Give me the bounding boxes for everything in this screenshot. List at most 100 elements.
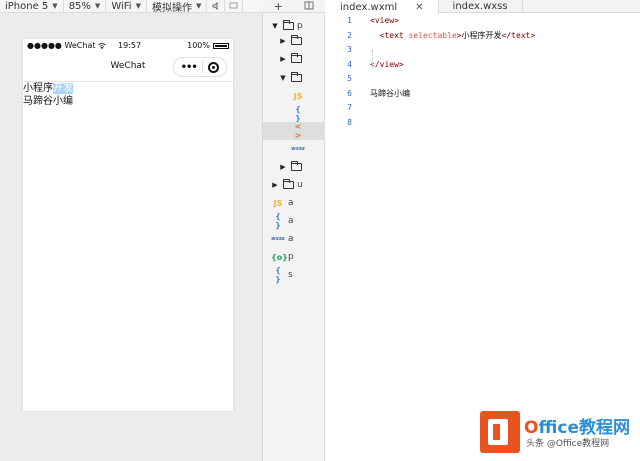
cfg-file-icon: {o}: [271, 252, 288, 262]
zoom-select[interactable]: 85% ▼: [64, 0, 107, 13]
capsule-menu: •••: [173, 57, 227, 77]
tree-folder-item[interactable]: ▼: [263, 69, 325, 87]
tree-file-item[interactable]: { } a: [263, 212, 325, 230]
line-number: 1: [347, 16, 352, 25]
file-tree-pane: + ▼ p ▶ ▶ ▼ JS{ } < > wxss ▶ ▶ u JS a{ } a wxss a {o} p{ …: [263, 0, 325, 461]
tree-file-item[interactable]: wxss a: [263, 230, 325, 248]
device-select-label: iPhone 5: [5, 0, 49, 12]
simulator-pane: iPhone 5 ▼ 85% ▼ WiFi ▼ 模拟操作 ▼ ●●●●● WeC…: [0, 0, 263, 461]
tab-index-wxss[interactable]: index.wxss: [439, 0, 523, 13]
speaker-icon[interactable]: [207, 0, 226, 13]
code-text: 小程序开发: [461, 30, 502, 40]
selectable-text-plain[interactable]: 小程序: [23, 83, 53, 94]
add-icon[interactable]: +: [274, 0, 283, 13]
text-line-2: 马蹄谷小编: [23, 96, 73, 107]
target-circle-icon[interactable]: [208, 61, 220, 73]
chevron-down-icon: ▼: [94, 2, 101, 10]
tree-item-label: p: [297, 21, 303, 31]
code-line[interactable]: [370, 101, 635, 116]
watermark-title: Office教程网: [524, 418, 631, 438]
tree-item-label: a: [288, 234, 294, 244]
folder-open-icon: [291, 72, 302, 82]
device-select[interactable]: iPhone 5 ▼: [0, 0, 64, 13]
chevron-down-icon: ▼: [52, 2, 58, 10]
phone-screen: ●●●●● WeChat 19:57 100% WeChat ••• 小程序开发…: [23, 39, 233, 411]
json-file-icon: { }: [295, 105, 301, 123]
json-file-icon: { }: [275, 266, 281, 284]
close-icon[interactable]: ✕: [415, 2, 423, 13]
line-number: 5: [347, 74, 352, 83]
ellipsis-icon[interactable]: •••: [181, 62, 198, 73]
status-time: 19:57: [118, 41, 142, 50]
chevron-down-icon[interactable]: ▼: [279, 74, 287, 82]
code-line[interactable]: [370, 43, 635, 58]
tree-item-label: a: [288, 198, 294, 208]
folder-icon: [291, 53, 302, 63]
tree-file-item[interactable]: < >: [263, 122, 325, 140]
code-area[interactable]: <view> <text selectable>小程序开发</text> </v…: [370, 14, 635, 130]
capsule-divider: [202, 61, 204, 73]
indent-guide: [372, 50, 373, 68]
editor-tabs: index.wxml ✕ index.wxss: [326, 0, 640, 14]
chevron-right-icon[interactable]: ▶: [279, 163, 287, 171]
code-line[interactable]: <view>: [370, 14, 635, 29]
battery-percent: 100%: [187, 41, 210, 50]
tree-item-label: p: [288, 252, 294, 262]
tree-file-item[interactable]: { } s: [263, 266, 325, 284]
tree-folder-item[interactable]: ▶: [263, 158, 325, 176]
code-line[interactable]: <text selectable>小程序开发</text>: [370, 29, 635, 44]
code-line[interactable]: [370, 116, 635, 131]
code-tag: </text>: [501, 30, 536, 40]
selected-text[interactable]: 开发: [53, 83, 73, 94]
wxml-file-icon: < >: [294, 122, 302, 140]
tree-item-label: a: [288, 216, 294, 226]
tab-index-wxml[interactable]: index.wxml ✕: [326, 0, 439, 14]
wxss-file-icon: wxss: [271, 236, 285, 242]
network-select[interactable]: WiFi ▼: [106, 0, 147, 13]
wifi-icon: [97, 42, 106, 49]
tree-file-item[interactable]: JS a: [263, 194, 325, 212]
folder-icon: [291, 161, 302, 171]
chevron-down-icon[interactable]: ▼: [271, 22, 279, 30]
code-attribute: selectable: [408, 30, 457, 40]
text-line-1[interactable]: 小程序开发: [23, 82, 233, 95]
code-tag: <text: [379, 30, 409, 40]
wxss-file-icon: wxss: [291, 146, 305, 152]
chevron-right-icon[interactable]: ▶: [279, 55, 287, 63]
code-line[interactable]: 马蹄谷小编: [370, 87, 635, 102]
code-tag: <view>: [370, 16, 399, 25]
js-file-icon: JS: [293, 91, 303, 101]
nav-bar: WeChat •••: [23, 52, 233, 82]
line-number: 8: [347, 117, 352, 127]
chevron-down-icon: ▼: [195, 2, 202, 10]
chevron-down-icon: ▼: [135, 2, 141, 10]
line-number: 4: [347, 59, 352, 69]
carrier-label: ●●●●● WeChat: [27, 41, 96, 50]
tree-folder-item[interactable]: ▶: [263, 50, 325, 68]
zoom-select-label: 85%: [68, 0, 91, 12]
split-icon[interactable]: [304, 0, 314, 13]
operation-select[interactable]: 模拟操作 ▼: [147, 0, 208, 14]
code-tag: </view>: [370, 59, 404, 69]
code-line[interactable]: </view>: [370, 58, 635, 73]
tab-label: index.wxss: [452, 1, 508, 12]
chevron-right-icon[interactable]: ▶: [279, 37, 287, 45]
tree-file-item[interactable]: { }: [263, 105, 325, 123]
file-tree-header: +: [263, 0, 325, 13]
screen-icon[interactable]: [225, 0, 244, 13]
chevron-right-icon[interactable]: ▶: [271, 181, 279, 189]
watermark: Office教程网 头条 @Office教程网: [474, 405, 640, 461]
tree-item-label: u: [297, 180, 303, 190]
line-number: 7: [347, 103, 352, 112]
code-line[interactable]: [370, 72, 635, 87]
tree-file-item[interactable]: JS: [263, 87, 325, 105]
tree-folder-item[interactable]: ▶ u: [263, 176, 325, 194]
tree-file-item[interactable]: wxss: [263, 140, 325, 158]
folder-open-icon: [283, 20, 294, 30]
tree-folder-item[interactable]: ▶: [263, 32, 325, 50]
tree-file-item[interactable]: {o} p: [263, 248, 325, 266]
folder-icon: [291, 35, 302, 45]
line-number: 6: [347, 88, 352, 98]
line-number: 2: [347, 30, 352, 40]
